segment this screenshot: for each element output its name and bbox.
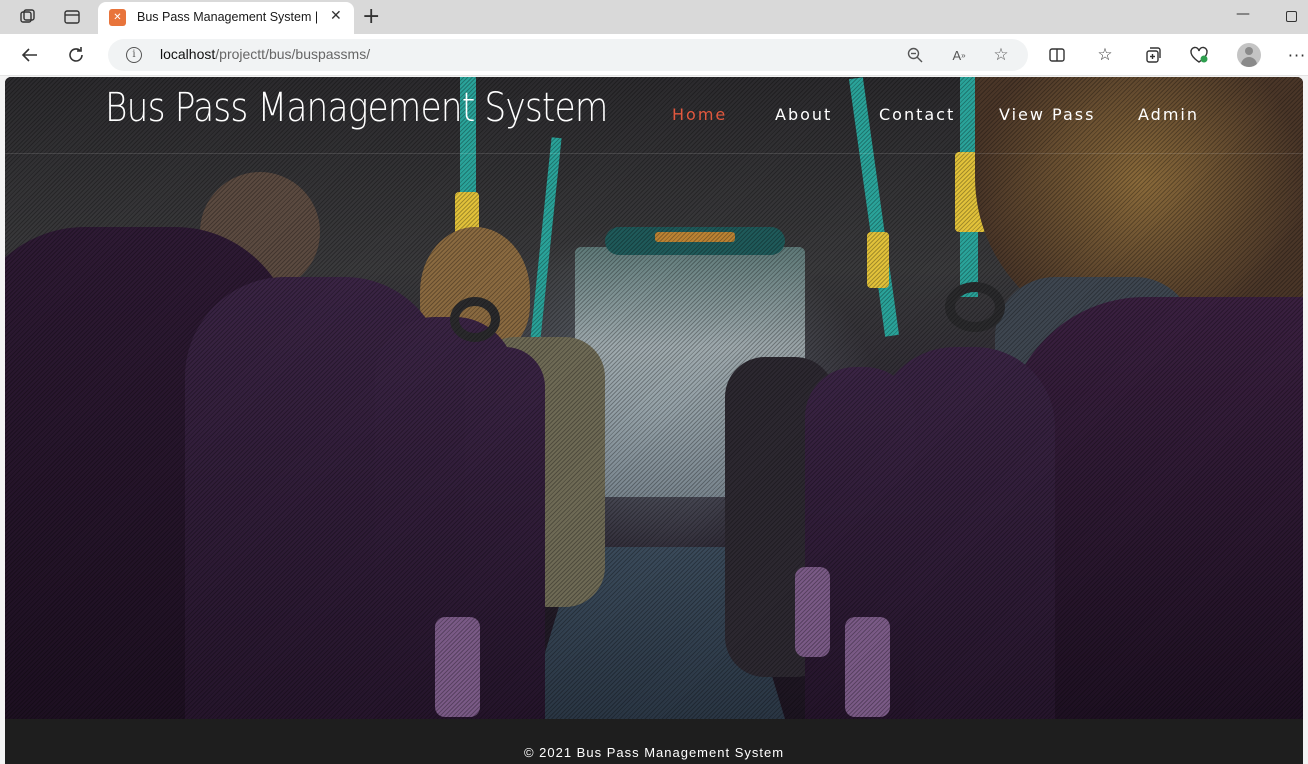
site-footer: © 2021 Bus Pass Management System — [5, 719, 1303, 764]
favorite-star-icon[interactable]: ☆ — [992, 45, 1010, 65]
site-title[interactable]: Bus Pass Management System — [105, 85, 608, 131]
minimize-window-icon[interactable]: — — [1236, 6, 1250, 22]
close-tab-icon[interactable]: ✕ — [330, 8, 342, 24]
new-tab-icon[interactable]: + — [362, 4, 380, 29]
zoom-icon[interactable] — [906, 46, 924, 64]
nav-view-pass-link[interactable]: View Pass — [999, 105, 1095, 124]
favorites-list-icon[interactable]: ☆ — [1094, 44, 1116, 66]
split-screen-icon[interactable] — [1046, 44, 1068, 66]
browser-essentials-icon[interactable] — [1188, 44, 1210, 66]
maximize-window-icon[interactable] — [1286, 11, 1297, 22]
site-info-icon[interactable]: i — [126, 47, 142, 63]
hero-background-image — [5, 77, 1303, 719]
nav-contact-link[interactable]: Contact — [879, 105, 955, 124]
xampp-icon: ✕ — [109, 9, 126, 26]
page-viewport: Bus Pass Management System Home About Co… — [5, 77, 1303, 764]
copyright-text: © 2021 Bus Pass Management System — [523, 745, 785, 760]
url-text[interactable]: localhost/projectt/bus/buspassms/ — [160, 46, 370, 62]
profile-avatar-icon[interactable] — [1237, 43, 1261, 67]
nav-home-link[interactable]: Home — [672, 105, 727, 124]
refresh-icon[interactable] — [64, 43, 88, 67]
workspaces-icon[interactable] — [18, 7, 38, 27]
back-arrow-icon[interactable] — [18, 43, 42, 67]
tab-title: Bus Pass Management System || Home — [137, 10, 317, 24]
pattern-overlay — [5, 77, 1303, 719]
tab-actions-icon[interactable] — [62, 7, 82, 27]
browser-tab-active[interactable]: ✕ Bus Pass Management System || Home ✕ — [98, 2, 354, 34]
site-header: Bus Pass Management System Home About Co… — [5, 77, 1303, 154]
nav-admin-link[interactable]: Admin — [1138, 105, 1199, 124]
collections-icon[interactable] — [1142, 44, 1164, 66]
read-aloud-icon[interactable]: A» — [950, 46, 968, 64]
browser-toolbar: i localhost/projectt/bus/buspassms/ A» ☆… — [0, 34, 1308, 76]
address-bar[interactable]: i localhost/projectt/bus/buspassms/ A» ☆ — [108, 39, 1028, 71]
browser-tab-bar: ✕ Bus Pass Management System || Home ✕ +… — [0, 0, 1308, 34]
nav-about-link[interactable]: About — [775, 105, 832, 124]
more-menu-icon[interactable]: ··· — [1286, 44, 1308, 66]
